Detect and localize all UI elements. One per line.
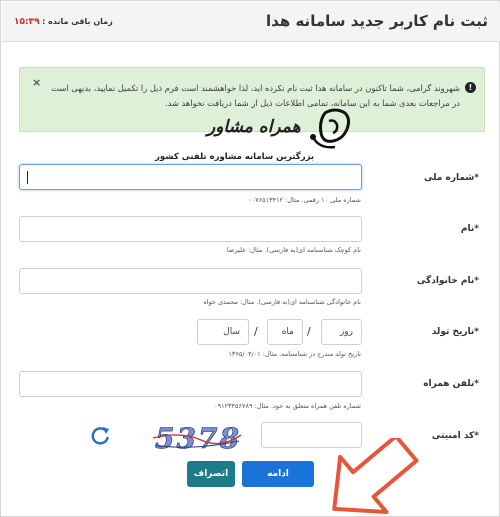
headset-logo-icon — [310, 108, 351, 149]
watermark-logo: همراه مشاور بزرگترین سامانه مشاوره تلفنی… — [151, 105, 351, 171]
first-name-input[interactable] — [19, 216, 362, 242]
required-mark: * — [474, 379, 479, 389]
mobile-label-text: تلفن همراه — [423, 379, 475, 389]
continue-button[interactable]: ادامه — [242, 461, 314, 487]
national-id-help: شماره ملی ۱۰ رقمی. مثال: ۰۰۷۶۵۱۳۴۱۲ — [248, 196, 361, 204]
cancel-button[interactable]: انصراف — [187, 461, 235, 487]
captcha-label-text: کد امنیتی — [431, 431, 475, 441]
refresh-icon[interactable] — [89, 425, 111, 447]
first-name-label-text: نام — [460, 224, 475, 234]
watermark-brand: همراه مشاور — [207, 117, 301, 137]
last-name-label: *نام خانوادگی — [417, 276, 479, 286]
captcha-label: *کد امنیتی — [432, 431, 479, 441]
watermark-subtitle: بزرگترین سامانه مشاوره تلفنی کشور — [155, 152, 315, 162]
mobile-help: شماره تلفن همراه متعلق به خود. مثال: ۰۹۱… — [214, 402, 361, 410]
required-mark: * — [474, 276, 479, 286]
national-id-input[interactable] — [19, 164, 362, 190]
required-mark: * — [474, 173, 479, 183]
date-separator: / — [307, 325, 311, 338]
page-header: ثبت نام کاربر جدید سامانه هدا زمان باقی … — [2, 2, 500, 42]
pointer-arrow-icon — [332, 438, 419, 515]
timer-value: ۱۵:۳۹ — [14, 17, 40, 27]
birth-month-input[interactable]: ماه — [267, 319, 303, 345]
timer-label: زمان باقی مانده : — [42, 17, 113, 26]
close-icon[interactable]: × — [32, 76, 41, 89]
captcha-image: 5378 — [152, 422, 242, 455]
national-id-label: *شماره ملی — [424, 173, 479, 183]
last-name-input[interactable] — [19, 268, 362, 294]
birth-date-label: *تاریخ تولد — [432, 327, 479, 337]
date-separator: / — [254, 325, 258, 338]
required-mark: * — [474, 224, 479, 234]
required-mark: * — [474, 431, 479, 441]
countdown-timer: زمان باقی مانده : ۱۵:۳۹ — [14, 17, 113, 27]
last-name-help: نام خانوادگی شناسنامه ای(به فارسی). مثال… — [203, 298, 361, 306]
page-frame: ثبت نام کاربر جدید سامانه هدا زمان باقی … — [0, 0, 500, 517]
mobile-label: *تلفن همراه — [423, 379, 479, 389]
first-name-label: *نام — [461, 224, 479, 234]
required-mark: * — [474, 327, 479, 337]
mobile-input[interactable] — [19, 371, 362, 397]
birth-date-label-text: تاریخ تولد — [431, 327, 475, 337]
last-name-label-text: نام خانوادگی — [416, 276, 475, 286]
first-name-help: نام کوچک شناسنامه ای(به فارسی). مثال: عل… — [226, 246, 361, 254]
birth-year-input[interactable]: سال — [197, 319, 249, 345]
page-title: ثبت نام کاربر جدید سامانه هدا — [266, 12, 488, 30]
exclamation-icon: ! — [465, 82, 476, 93]
birth-date-help: تاریخ تولد مندرج در شناسنامه. مثال: ۱۳۶۵… — [228, 350, 361, 358]
text-caret — [27, 171, 28, 184]
birth-day-input[interactable]: روز — [321, 319, 362, 345]
national-id-label-text: شماره ملی — [424, 173, 475, 183]
